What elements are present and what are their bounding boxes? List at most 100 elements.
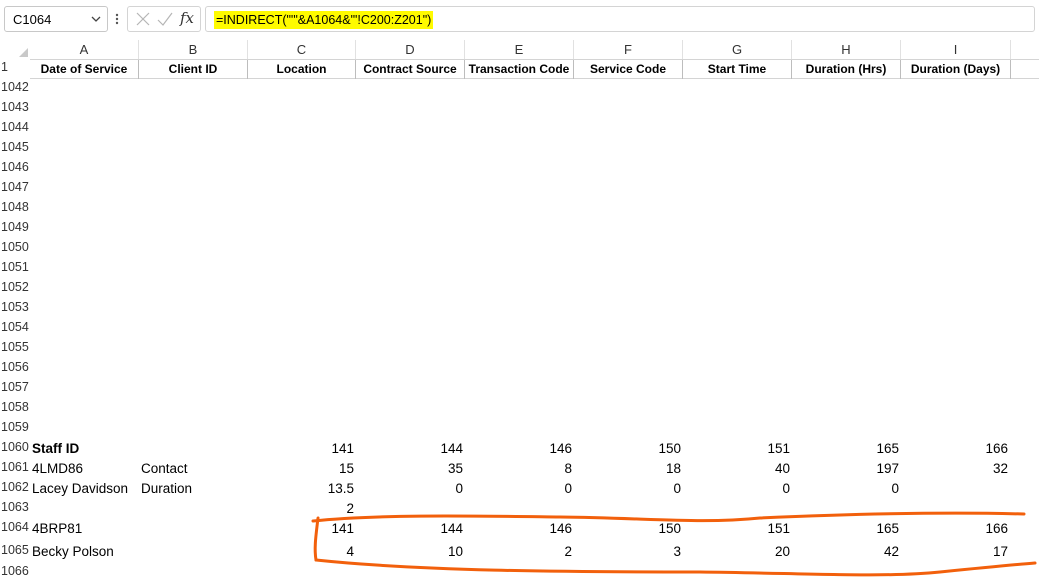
cell-d1065[interactable]: 10 <box>356 543 463 561</box>
cell-f1064[interactable]: 150 <box>574 520 681 538</box>
cell-b1061[interactable]: Contact <box>141 460 188 478</box>
name-box[interactable]: C1064 <box>4 6 108 32</box>
row-header[interactable]: 1065 <box>0 543 30 557</box>
cell-h1062[interactable]: 0 <box>792 480 899 498</box>
row-header[interactable]: 1060 <box>0 440 30 454</box>
select-all-corner[interactable] <box>0 40 30 59</box>
row-header[interactable]: 1043 <box>0 100 30 114</box>
annotation-bottom-stroke <box>314 558 1037 577</box>
row-header[interactable]: 1050 <box>0 240 30 254</box>
cell-i1060[interactable]: 166 <box>901 440 1008 458</box>
cell-c1062[interactable]: 13.5 <box>248 480 354 498</box>
header-cell[interactable]: Contract Source <box>356 60 465 79</box>
cell-c1065[interactable]: 4 <box>248 543 354 561</box>
cell-f1065[interactable]: 3 <box>574 543 681 561</box>
cell-g1062[interactable]: 0 <box>683 480 790 498</box>
cell-h1060[interactable]: 165 <box>792 440 899 458</box>
cell-e1064[interactable]: 146 <box>465 520 572 538</box>
header-cell[interactable]: Date of Service <box>30 60 139 79</box>
row-header[interactable]: 1045 <box>0 140 30 154</box>
column-header-i[interactable]: I <box>901 40 1011 59</box>
header-cell[interactable]: Location <box>248 60 356 79</box>
cell-c1063[interactable]: 2 <box>248 500 354 518</box>
row-header[interactable]: 1059 <box>0 420 30 434</box>
formula-input[interactable]: =INDIRECT("'"&A1064&"'!C200:Z201") <box>205 6 1035 32</box>
formula-text: =INDIRECT("'"&A1064&"'!C200:Z201") <box>214 11 434 29</box>
row-header[interactable]: 1051 <box>0 260 30 274</box>
row-header[interactable]: 1044 <box>0 120 30 134</box>
column-header-d[interactable]: D <box>356 40 465 59</box>
cell-a1062[interactable]: Lacey Davidson <box>32 480 128 498</box>
row-header[interactable]: 1056 <box>0 360 30 374</box>
cell-e1061[interactable]: 8 <box>465 460 572 478</box>
cell-c1060[interactable]: 141 <box>248 440 354 458</box>
row-header[interactable]: 1048 <box>0 200 30 214</box>
column-header-b[interactable]: B <box>139 40 248 59</box>
row-header[interactable]: 1053 <box>0 300 30 314</box>
row-header[interactable]: 1042 <box>0 80 30 94</box>
row-header[interactable]: 1047 <box>0 180 30 194</box>
row-header[interactable]: 1049 <box>0 220 30 234</box>
row-header[interactable]: 1052 <box>0 280 30 294</box>
header-cell[interactable]: Transaction Code <box>465 60 574 79</box>
cell-c1061[interactable]: 15 <box>248 460 354 478</box>
cell-e1065[interactable]: 2 <box>465 543 572 561</box>
cell-h1064[interactable]: 165 <box>792 520 899 538</box>
row-header[interactable]: 1046 <box>0 160 30 174</box>
row-header[interactable]: 1061 <box>0 460 30 474</box>
row-header[interactable]: 1066 <box>0 564 30 578</box>
row-header[interactable]: 1057 <box>0 380 30 394</box>
row-header[interactable]: 1058 <box>0 400 30 414</box>
header-cell[interactable]: Start Time <box>683 60 792 79</box>
cell-g1061[interactable]: 40 <box>683 460 790 478</box>
column-headers: A B C D E F G H I <box>0 40 1039 59</box>
cell-a1060[interactable]: Staff ID <box>32 440 79 458</box>
column-header-f[interactable]: F <box>574 40 683 59</box>
cell-i1064[interactable]: 166 <box>901 520 1008 538</box>
row-header[interactable]: 1054 <box>0 320 30 334</box>
cell-i1065[interactable]: 17 <box>901 543 1008 561</box>
header-cell[interactable]: Client ID <box>139 60 248 79</box>
chevron-down-icon[interactable] <box>89 11 103 27</box>
cell-d1062[interactable]: 0 <box>356 480 463 498</box>
fx-icon[interactable]: fx <box>180 9 194 27</box>
cell-h1065[interactable]: 42 <box>792 543 899 561</box>
row-header[interactable]: 1055 <box>0 340 30 354</box>
column-header-h[interactable]: H <box>792 40 901 59</box>
x-icon[interactable] <box>134 10 152 28</box>
header-cell[interactable]: Duration (Hrs) <box>792 60 901 79</box>
cell-f1061[interactable]: 18 <box>574 460 681 478</box>
cell-a1064[interactable]: 4BRP81 <box>32 520 82 538</box>
cell-h1061[interactable]: 197 <box>792 460 899 478</box>
more-vertical-icon[interactable] <box>113 9 121 29</box>
column-header-e[interactable]: E <box>465 40 574 59</box>
row-header[interactable]: 1062 <box>0 480 30 494</box>
row-header[interactable]: 1064 <box>0 520 30 534</box>
cell-f1062[interactable]: 0 <box>574 480 681 498</box>
cell-a1061[interactable]: 4LMD86 <box>32 460 83 478</box>
column-header-a[interactable]: A <box>30 40 139 59</box>
cell-d1061[interactable]: 35 <box>356 460 463 478</box>
header-cell[interactable]: Service Code <box>574 60 683 79</box>
cell-g1060[interactable]: 151 <box>683 440 790 458</box>
name-box-value: C1064 <box>13 12 52 27</box>
row-header[interactable]: 1063 <box>0 500 30 514</box>
cell-e1062[interactable]: 0 <box>465 480 572 498</box>
cell-d1064[interactable]: 144 <box>356 520 463 538</box>
header-cell[interactable]: Duration (Days) <box>901 60 1011 79</box>
cell-g1064[interactable]: 151 <box>683 520 790 538</box>
cell-g1065[interactable]: 20 <box>683 543 790 561</box>
column-header-g[interactable]: G <box>683 40 792 59</box>
cell-b1062[interactable]: Duration <box>141 480 192 498</box>
cell-d1060[interactable]: 144 <box>356 440 463 458</box>
cell-c1064[interactable]: 141 <box>248 520 354 538</box>
check-icon[interactable] <box>156 10 174 28</box>
cell-i1061[interactable]: 32 <box>901 460 1008 478</box>
formula-actions: fx <box>127 6 201 32</box>
cell-e1060[interactable]: 146 <box>465 440 572 458</box>
column-header-c[interactable]: C <box>248 40 356 59</box>
formula-bar: C1064 fx =INDIRECT("'"&A1064&"'!C200:Z20… <box>0 0 1039 40</box>
row-header[interactable]: 1 <box>0 60 30 74</box>
cell-a1065[interactable]: Becky Polson <box>32 543 114 561</box>
cell-f1060[interactable]: 150 <box>574 440 681 458</box>
